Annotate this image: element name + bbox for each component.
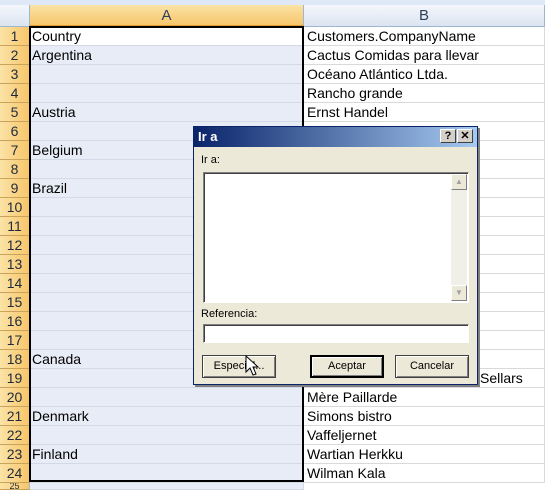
cell-b[interactable]: Rancho grande bbox=[304, 84, 545, 103]
row-header[interactable]: 15 bbox=[0, 293, 30, 312]
cell-b[interactable]: Ernst Handel bbox=[304, 103, 545, 122]
row-header[interactable]: 3 bbox=[0, 65, 30, 84]
cell-a[interactable]: Finland bbox=[30, 445, 304, 464]
cell-a[interactable]: Austria bbox=[30, 103, 304, 122]
cell-a[interactable] bbox=[30, 464, 304, 483]
cell-a[interactable]: Argentina bbox=[30, 46, 304, 65]
cell-b[interactable]: Mère Paillarde bbox=[304, 388, 545, 407]
cell-a[interactable] bbox=[30, 84, 304, 103]
row-header[interactable]: 14 bbox=[0, 274, 30, 293]
table-row: 1 Country Customers.CompanyName bbox=[0, 27, 545, 46]
table-row: 3 Océano Atlántico Ltda. bbox=[0, 65, 545, 84]
column-header-row: A B bbox=[0, 5, 545, 27]
cell-b[interactable]: Simons bistro bbox=[304, 407, 545, 426]
row-header[interactable]: 16 bbox=[0, 312, 30, 331]
table-row: 21 Denmark Simons bistro bbox=[0, 407, 545, 426]
close-button[interactable]: ✕ bbox=[457, 129, 473, 143]
row-header[interactable]: 21 bbox=[0, 407, 30, 426]
cell-b[interactable]: Cactus Comidas para llevar bbox=[304, 46, 545, 65]
cell-b[interactable]: Customers.CompanyName bbox=[304, 27, 545, 46]
cancel-button[interactable]: Cancelar bbox=[395, 355, 469, 378]
row-header[interactable]: 19 bbox=[0, 369, 30, 388]
dialog-title-bar[interactable]: Ir a ? ✕ bbox=[194, 127, 477, 147]
help-button[interactable]: ? bbox=[440, 129, 456, 143]
cell-b[interactable]: Océano Atlántico Ltda. bbox=[304, 65, 545, 84]
row-header[interactable]: 20 bbox=[0, 388, 30, 407]
cell-b[interactable]: Vaffeljernet bbox=[304, 426, 545, 445]
row-header[interactable]: 7 bbox=[0, 141, 30, 160]
column-header-b[interactable]: B bbox=[304, 5, 545, 27]
dialog-title: Ir a bbox=[198, 129, 218, 144]
row-header[interactable]: 18 bbox=[0, 350, 30, 369]
column-header-a[interactable]: A bbox=[30, 5, 304, 27]
goto-dialog: Ir a ? ✕ Ir a: ▲ ▼ Referencia: Especial.… bbox=[193, 126, 478, 385]
row-header[interactable]: 23 bbox=[0, 445, 30, 464]
row-header[interactable]: 1 bbox=[0, 27, 30, 46]
select-all-corner[interactable] bbox=[0, 5, 30, 27]
cell-a[interactable] bbox=[30, 483, 304, 490]
row-header[interactable]: 2 bbox=[0, 46, 30, 65]
cell-b[interactable]: Wartian Herkku bbox=[304, 445, 545, 464]
cell-a[interactable]: Country bbox=[30, 27, 304, 46]
reference-label: Referencia: bbox=[201, 308, 258, 320]
cell-b[interactable]: Wilman Kala bbox=[304, 464, 545, 483]
table-row: 5 Austria Ernst Handel bbox=[0, 103, 545, 122]
row-header[interactable]: 12 bbox=[0, 236, 30, 255]
row-header[interactable]: 8 bbox=[0, 160, 30, 179]
cell-a[interactable] bbox=[30, 65, 304, 84]
row-header[interactable]: 17 bbox=[0, 331, 30, 350]
row-header[interactable]: 13 bbox=[0, 255, 30, 274]
row-header[interactable]: 5 bbox=[0, 103, 30, 122]
row-header[interactable]: 4 bbox=[0, 84, 30, 103]
mouse-cursor-icon bbox=[245, 355, 260, 376]
table-row: 25 bbox=[0, 483, 545, 490]
cell-a[interactable] bbox=[30, 426, 304, 445]
listbox-scrollbar[interactable]: ▲ ▼ bbox=[451, 174, 467, 301]
special-button[interactable]: Especial... bbox=[202, 355, 276, 378]
row-header[interactable]: 25 bbox=[0, 483, 30, 490]
table-row: 23 Finland Wartian Herkku bbox=[0, 445, 545, 464]
goto-listbox[interactable]: ▲ ▼ bbox=[203, 172, 469, 303]
goto-label: Ir a: bbox=[201, 154, 220, 166]
ok-button[interactable]: Aceptar bbox=[310, 355, 384, 378]
row-header[interactable]: 22 bbox=[0, 426, 30, 445]
row-header[interactable]: 9 bbox=[0, 179, 30, 198]
table-row: 2 Argentina Cactus Comidas para llevar bbox=[0, 46, 545, 65]
table-row: 24 Wilman Kala bbox=[0, 464, 545, 483]
row-header[interactable]: 24 bbox=[0, 464, 30, 483]
table-row: 20 Mère Paillarde bbox=[0, 388, 545, 407]
table-row: 4 Rancho grande bbox=[0, 84, 545, 103]
cell-a[interactable]: Denmark bbox=[30, 407, 304, 426]
reference-input[interactable] bbox=[203, 324, 469, 343]
scroll-down-icon[interactable]: ▼ bbox=[451, 285, 467, 301]
row-header[interactable]: 11 bbox=[0, 217, 30, 236]
row-header[interactable]: 10 bbox=[0, 198, 30, 217]
cell-a[interactable] bbox=[30, 388, 304, 407]
table-row: 22 Vaffeljernet bbox=[0, 426, 545, 445]
scroll-up-icon[interactable]: ▲ bbox=[451, 174, 467, 190]
row-header[interactable]: 6 bbox=[0, 122, 30, 141]
